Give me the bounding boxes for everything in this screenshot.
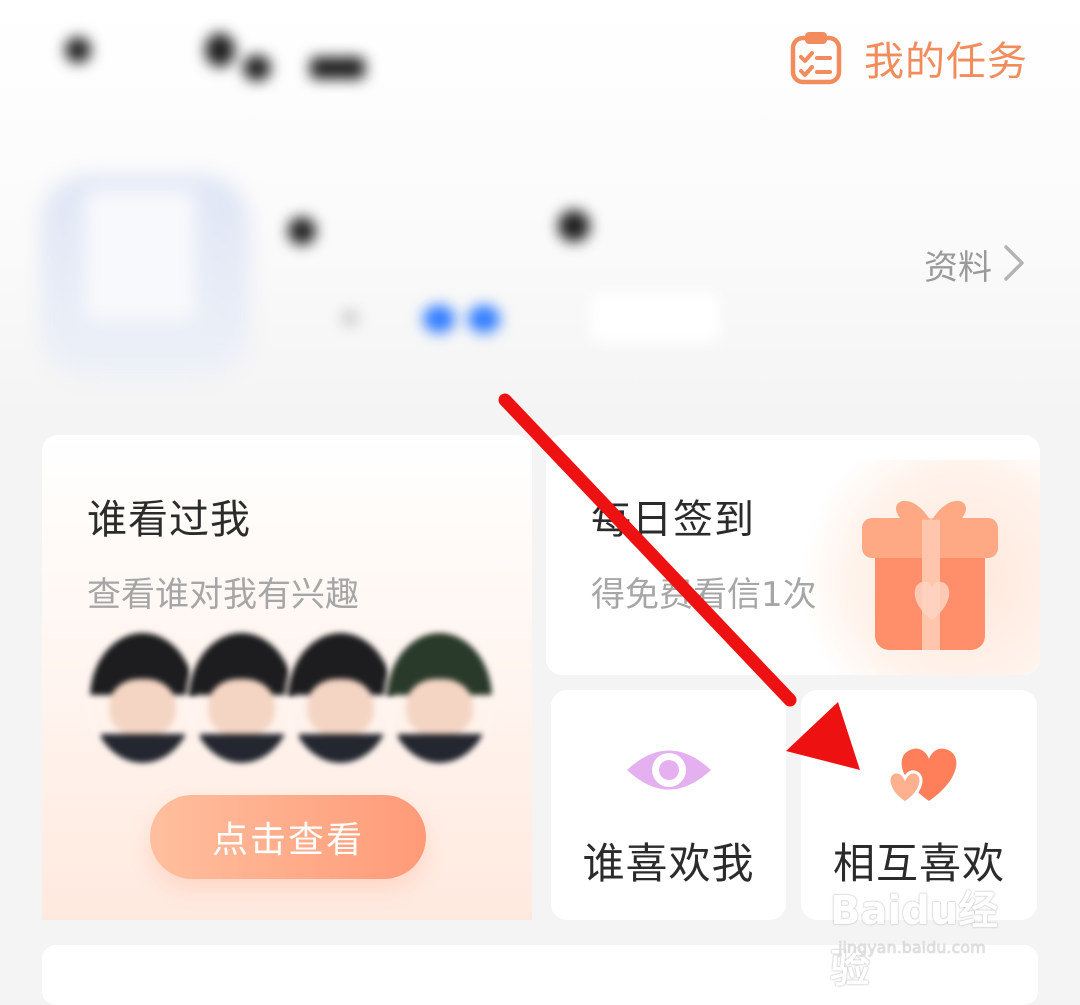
blurred-username <box>55 25 385 95</box>
chevron-right-icon <box>1000 243 1028 287</box>
visitor-avatars <box>87 630 495 766</box>
who-viewed-me-card[interactable]: 谁看过我 查看谁对我有兴趣 点击查看 <box>42 435 532 920</box>
watermark: Baidu经验 jingyan.baidu.com <box>830 878 1030 992</box>
card-label: 谁喜欢我 <box>582 839 755 888</box>
card-title: 每日签到 <box>591 497 755 543</box>
profile-label: 资料 <box>924 248 992 288</box>
daily-checkin-card[interactable]: 每日签到 得免费看信1次 <box>546 435 1040 675</box>
gift-box-icon <box>800 460 1040 675</box>
task-list-icon <box>788 30 844 86</box>
profile-link[interactable]: 资料 <box>924 240 1028 289</box>
my-tasks-button[interactable]: 我的任务 <box>788 28 1028 88</box>
card-subtitle: 得免费看信1次 <box>591 575 817 615</box>
visitor-avatar <box>186 630 297 766</box>
visitor-avatar <box>384 630 495 766</box>
eye-icon <box>621 735 717 805</box>
my-tasks-label: 我的任务 <box>864 39 1028 85</box>
card-subtitle: 查看谁对我有兴趣 <box>87 575 359 615</box>
watermark-url: jingyan.baidu.com <box>838 938 986 957</box>
avatar[interactable] <box>40 175 250 380</box>
card-title: 谁看过我 <box>87 497 251 543</box>
who-likes-me-card[interactable]: 谁喜欢我 <box>551 690 786 920</box>
double-heart-icon <box>871 735 967 805</box>
visitor-avatar <box>87 630 198 766</box>
visitor-avatar <box>285 630 396 766</box>
watermark-brand: Baidu经验 <box>830 888 999 992</box>
view-button[interactable]: 点击查看 <box>150 795 426 879</box>
blurred-profile-info <box>280 195 730 355</box>
